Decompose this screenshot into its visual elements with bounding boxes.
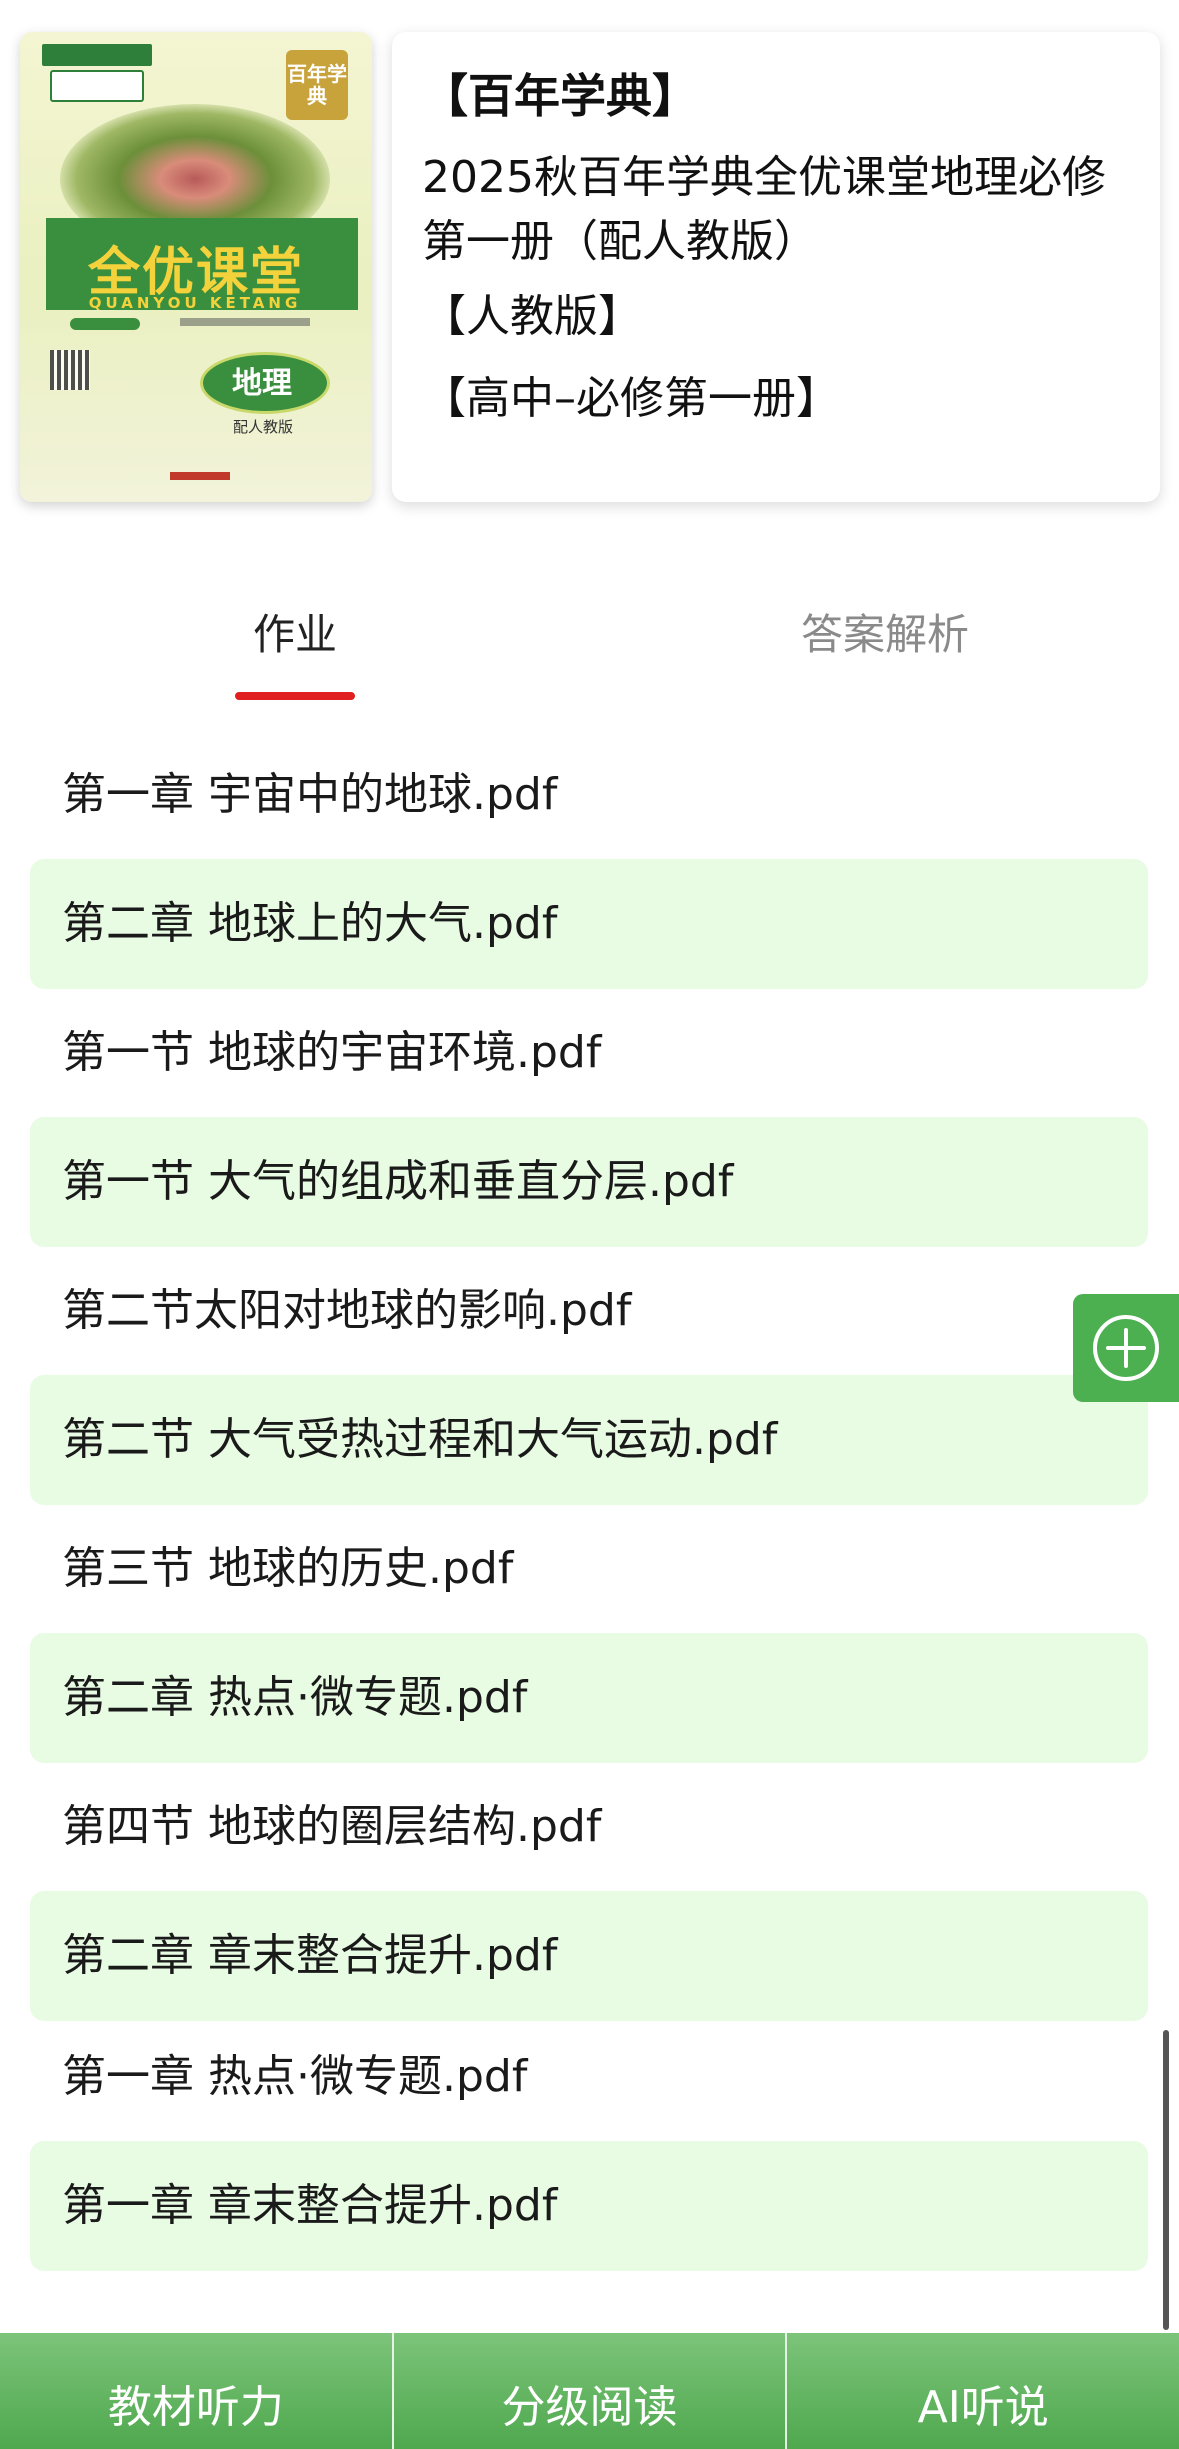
file-item[interactable]: 第一节 大气的组成和垂直分层.pdf xyxy=(30,1117,1148,1247)
book-brand: 【百年学典】 xyxy=(422,69,698,123)
file-item[interactable]: 第二节太阳对地球的影响.pdf xyxy=(30,1246,1148,1376)
book-cover-image[interactable]: 百年学典 全优课堂 QUANYOU KETANG 地理 配人教版 xyxy=(20,32,372,502)
book-info-card: 【百年学典】 2025秋百年学典全优课堂地理必修第一册（配人教版） 【人教版】 … xyxy=(392,32,1160,502)
cover-badge: 百年学典 xyxy=(286,50,348,120)
file-item[interactable]: 第一章 宇宙中的地球.pdf xyxy=(30,730,1148,860)
file-item[interactable]: 第三节 地球的历史.pdf xyxy=(30,1504,1148,1634)
cover-publisher-logo xyxy=(170,472,230,480)
cover-caption xyxy=(180,318,310,326)
plus-circle-icon xyxy=(1093,1315,1159,1381)
tab-bar: 作业 答案解析 xyxy=(0,590,1179,710)
ai-listen-speak-button[interactable]: AI听说 xyxy=(787,2333,1179,2449)
file-item[interactable]: 第二章 热点·微专题.pdf xyxy=(30,1633,1148,1763)
cover-logo xyxy=(50,70,144,102)
file-item[interactable]: 第二章 地球上的大气.pdf xyxy=(30,859,1148,989)
file-item[interactable]: 第四节 地球的圈层结构.pdf xyxy=(30,1762,1148,1892)
book-title: 2025秋百年学典全优课堂地理必修第一册（配人教版） xyxy=(422,152,1106,267)
graded-reading-button[interactable]: 分级阅读 xyxy=(393,2333,788,2449)
cover-tag xyxy=(70,318,140,330)
file-item[interactable]: 第一章 热点·微专题.pdf xyxy=(30,2012,1148,2142)
tab-active-indicator xyxy=(235,692,355,700)
cover-subject: 地理 xyxy=(232,366,292,401)
cover-edition: 配人教版 xyxy=(232,418,293,436)
book-grade: 【高中–必修第一册】 xyxy=(422,373,840,424)
cover-subtitle: QUANYOU KETANG xyxy=(88,294,302,312)
textbook-listening-button[interactable]: 教材听力 xyxy=(0,2333,394,2449)
file-item[interactable]: 第一节 地球的宇宙环境.pdf xyxy=(30,988,1148,1118)
cover-publisher-bar xyxy=(42,44,152,66)
tab-homework[interactable]: 作业 xyxy=(0,590,590,680)
bottom-bar: 教材听力 分级阅读 AI听说 xyxy=(0,2333,1179,2449)
add-button[interactable] xyxy=(1073,1294,1179,1402)
scrollbar[interactable] xyxy=(1163,2030,1169,2330)
file-item[interactable]: 第二节 大气受热过程和大气运动.pdf xyxy=(30,1375,1148,1505)
file-item[interactable]: 第一章 章末整合提升.pdf xyxy=(30,2141,1148,2271)
qr-code-icon xyxy=(50,350,90,390)
file-item[interactable]: 第二章 章末整合提升.pdf xyxy=(30,1891,1148,2021)
book-version: 【人教版】 xyxy=(422,291,642,342)
tab-answers[interactable]: 答案解析 xyxy=(590,590,1179,680)
